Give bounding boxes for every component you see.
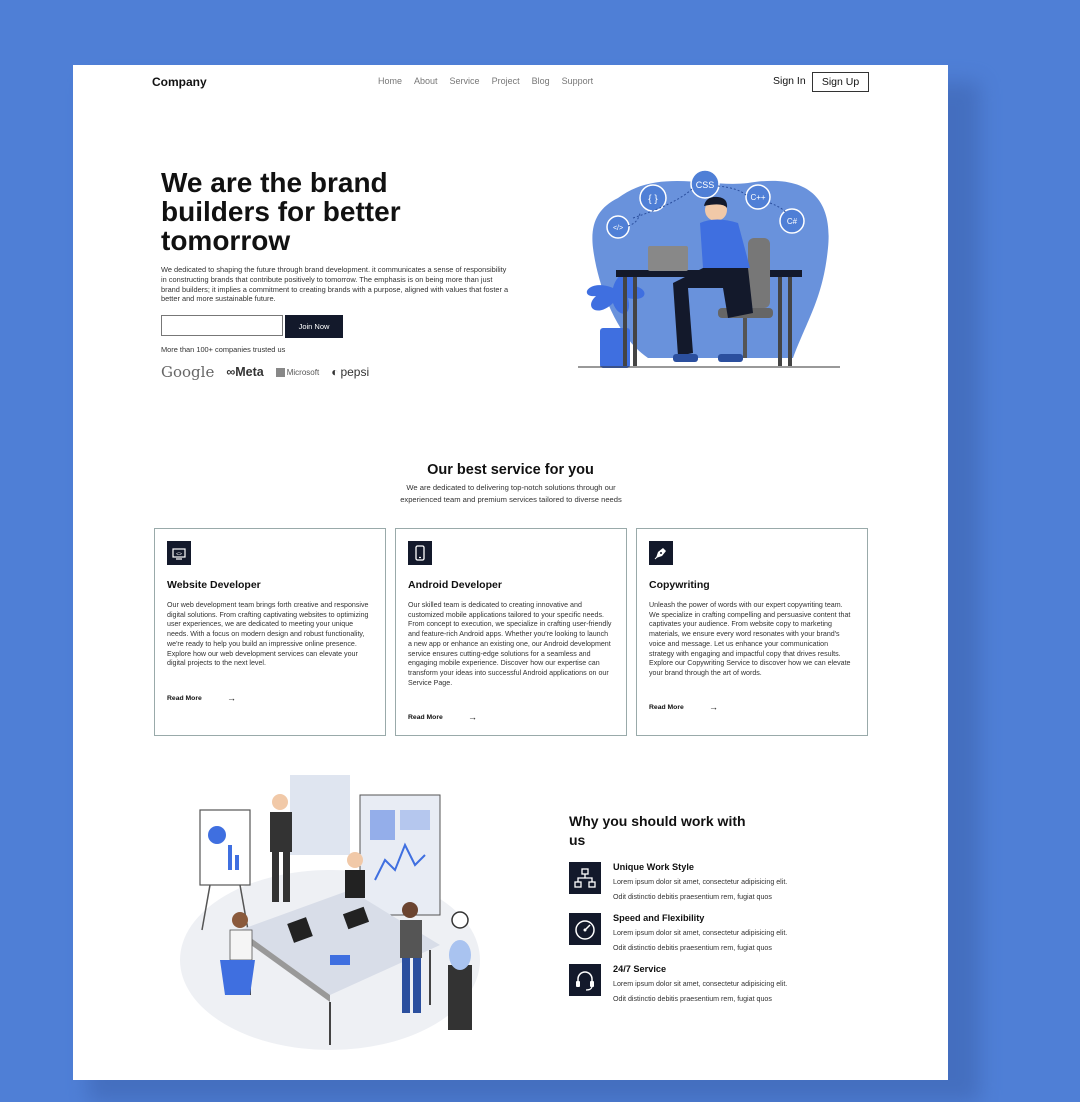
read-more-link[interactable]: Read More [408,714,443,721]
feature-text-line: Lorem ipsum dolor sit amet, consectetur … [613,929,788,937]
nav-link-home[interactable]: Home [378,76,402,86]
feature-title: Unique Work Style [613,862,695,872]
css-bubble-label: CSS [696,180,715,190]
card-body: Unleash the power of words with our expe… [649,601,851,677]
arrow-right-icon[interactable]: → [227,693,236,703]
google-logo: Google [161,363,215,381]
card-title: Copywriting [649,579,710,591]
feature-text-line: Odit distinctio debitis praesentium rem,… [613,893,772,901]
pepsi-logo: ◐ pepsi [331,365,369,379]
feature-24-7-service: 24/7 Service Lorem ipsum dolor sit amet,… [569,964,869,1004]
sign-in-link[interactable]: Sign In [773,75,806,87]
feature-text-line: Lorem ipsum dolor sit amet, consectetur … [613,878,788,886]
network-icon [569,862,601,894]
nav-link-project[interactable]: Project [492,76,520,86]
hero-description: We dedicated to shaping the future throu… [161,265,509,304]
sign-up-button[interactable]: Sign Up [812,72,869,92]
pepsi-globe-icon: ◐ [331,365,339,379]
navbar: Company Home About Service Project Blog … [73,65,948,101]
nav-link-about[interactable]: About [414,76,438,86]
nav-link-blog[interactable]: Blog [532,76,550,86]
smartphone-icon [408,541,432,565]
trusted-text: More than 100+ companies trusted us [161,345,286,354]
microsoft-squares-icon [275,367,285,377]
service-card-website: <> Website Developer Our web development… [154,528,386,736]
read-more-link[interactable]: Read More [167,695,202,702]
brand-logo[interactable]: Company [152,75,207,89]
monitor-code-icon: <> [167,541,191,565]
join-now-button[interactable]: Join Now [285,315,343,338]
service-card-copywriting: Copywriting Unleash the power of words w… [636,528,868,736]
meta-logo-text: Meta [235,365,264,379]
team-meeting-illustration [180,775,480,1050]
read-more-link[interactable]: Read More [649,704,684,711]
feature-unique-work-style: Unique Work Style Lorem ipsum dolor sit … [569,862,869,902]
cpp-bubble-label: C++ [750,193,765,202]
landing-page: Company Home About Service Project Blog … [73,65,948,1080]
developer-illustration: CSS { } C++ C# </> [578,169,840,368]
feature-speed-flexibility: Speed and Flexibility Lorem ipsum dolor … [569,913,869,953]
card-title: Website Developer [167,579,261,591]
tag-bubble-label: </> [613,225,623,232]
hero-title: We are the brand builders for better tom… [161,167,401,256]
csharp-bubble-label: C# [787,217,798,226]
nav-links: Home About Service Project Blog Support [378,76,593,86]
arrow-right-icon[interactable]: → [709,702,718,712]
email-input[interactable] [161,315,283,336]
headset-icon [569,964,601,996]
meta-logo: ∞Meta [226,365,264,379]
card-body: Our web development team brings forth cr… [167,601,369,668]
service-card-android: Android Developer Our skilled team is de… [395,528,627,736]
why-title: Why you should work with us [569,813,746,848]
feature-title: Speed and Flexibility [613,913,705,923]
feature-text-line: Odit distinctio debitis praesentium rem,… [613,995,772,1003]
card-body: Our skilled team is dedicated to creatin… [408,601,612,687]
feature-text-line: Lorem ipsum dolor sit amet, consectetur … [613,980,788,988]
feature-text-line: Odit distinctio debitis praesentium rem,… [613,944,772,952]
svg-text:<>: <> [176,552,182,558]
partner-logos: Google ∞Meta Microsoft ◐ pepsi [161,363,369,381]
microsoft-logo-text: Microsoft [286,367,320,377]
pen-nib-icon [649,541,673,565]
card-title: Android Developer [408,579,502,591]
nav-link-support[interactable]: Support [562,76,594,86]
feature-title: 24/7 Service [613,964,667,974]
services-subtitle: We are dedicated to delivering top-notch… [400,483,622,504]
services-title: Our best service for you [427,462,594,478]
braces-bubble-label: { } [648,194,658,205]
nav-link-service[interactable]: Service [450,76,480,86]
microsoft-logo: Microsoft [275,367,320,377]
speedometer-icon [569,913,601,945]
arrow-right-icon[interactable]: → [468,712,477,722]
pepsi-logo-text: pepsi [340,365,370,379]
